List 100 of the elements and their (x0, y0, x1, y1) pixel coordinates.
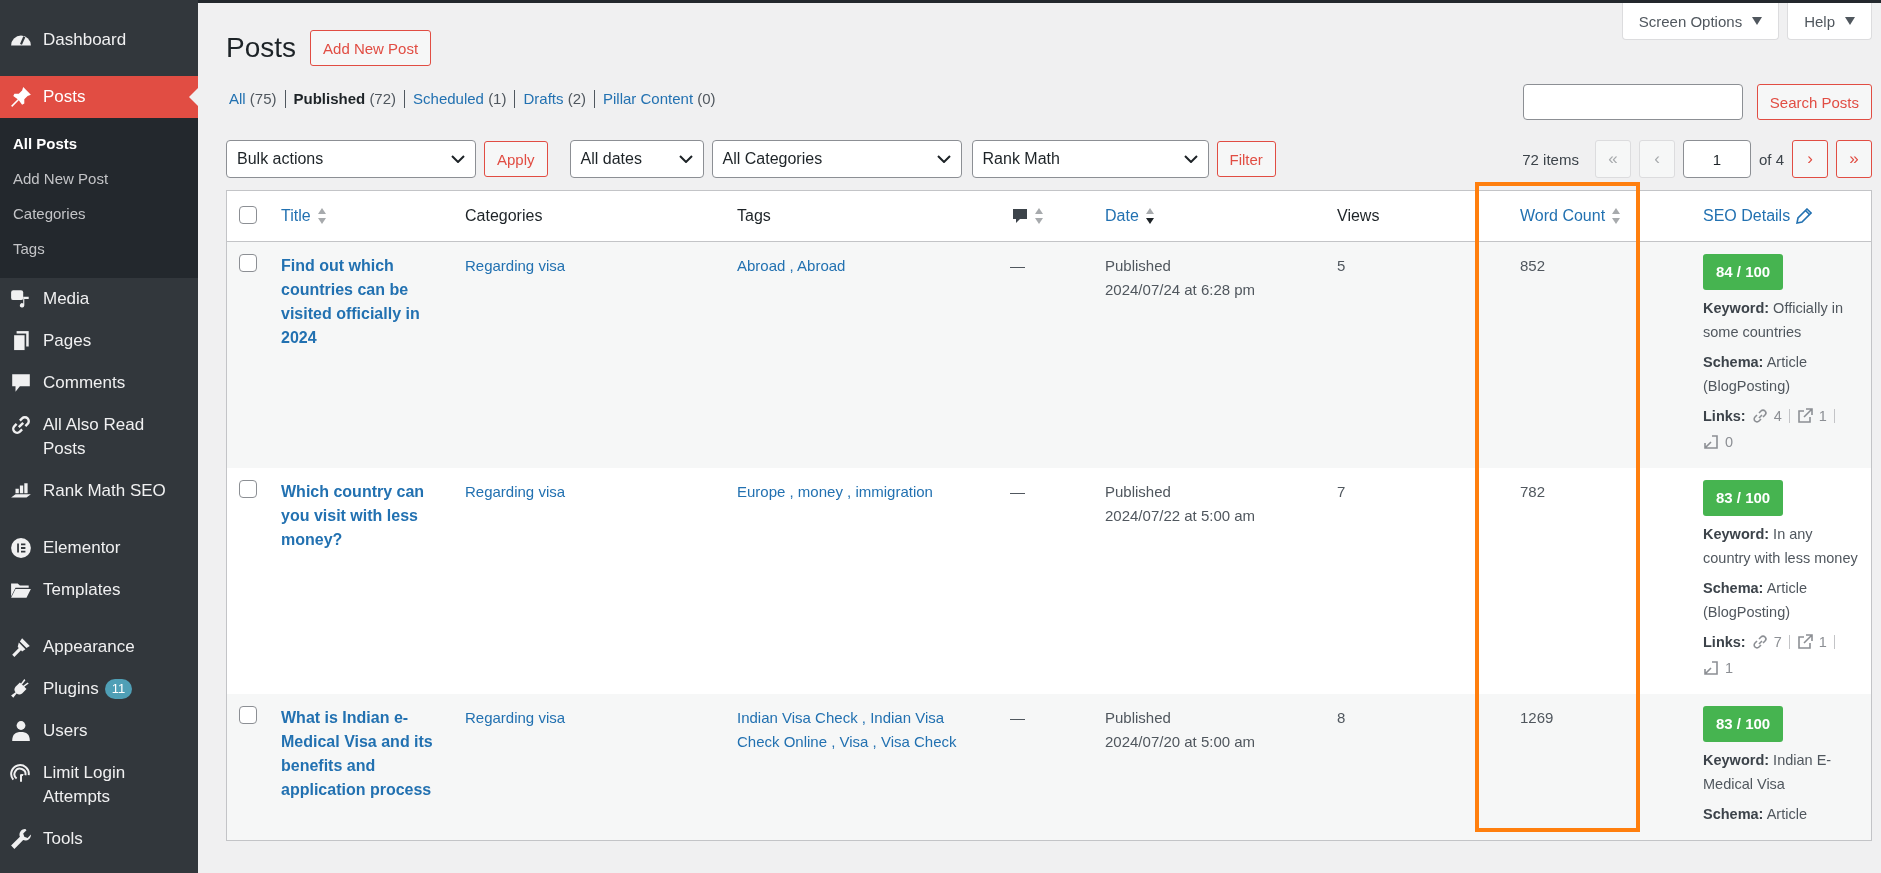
column-sort-link[interactable]: Title (281, 207, 311, 225)
seo-score-badge: 83 / 100 (1703, 706, 1784, 742)
status-filter-link[interactable]: Published (72) (284, 90, 405, 108)
filter-button[interactable]: Filter (1216, 141, 1276, 177)
status-filter-link[interactable]: Drafts (2) (514, 90, 594, 108)
link-count: 1 (1818, 633, 1827, 652)
sidebar-item[interactable]: Comments (0, 362, 198, 404)
sidebar-item[interactable]: Elementor (0, 527, 198, 569)
caret-down-icon (1752, 17, 1763, 25)
search-posts-button[interactable]: Search Posts (1756, 84, 1872, 120)
comment-count: — (1010, 483, 1025, 500)
category-link[interactable]: Regarding visa (465, 483, 566, 500)
sidebar-item[interactable]: Dashboard (0, 19, 198, 61)
category-link[interactable]: Regarding visa (465, 709, 566, 726)
submenu-item[interactable]: Add New Post (0, 161, 198, 196)
screen-meta-tab[interactable]: Help (1787, 3, 1872, 40)
post-title-link[interactable]: Which country can you visit with less money? (281, 480, 441, 552)
fingerprint-icon (10, 762, 32, 784)
chevron-down-icon (678, 155, 693, 163)
wrench-icon (10, 828, 32, 850)
checkbox[interactable] (239, 205, 257, 224)
sidebar-item[interactable]: Plugins 11 (0, 668, 198, 710)
chevron-down-icon (936, 155, 951, 163)
pencil-icon[interactable] (1796, 208, 1813, 224)
seo-score-badge: 83 / 100 (1703, 480, 1784, 516)
submenu-item[interactable]: All Posts (0, 126, 198, 161)
status-filter-link[interactable]: Pillar Content (0) (594, 90, 724, 108)
focus-keyword-text: Keyword: Indian E-Medical Visa (1703, 751, 1833, 794)
view-count: 8 (1337, 709, 1346, 726)
add-new-post-button[interactable]: Add New Post (310, 30, 432, 66)
sidebar-item[interactable]: Users (0, 710, 198, 752)
chain-link-icon (1751, 408, 1768, 424)
post-date: 2024/07/22 at 5:00 am (1105, 506, 1256, 526)
sidebar-item[interactable]: Tools (0, 818, 198, 860)
column-sort-link[interactable]: Word Count (1520, 207, 1606, 225)
search-field[interactable] (1522, 84, 1743, 120)
column-header: Categories (465, 207, 543, 225)
sidebar-item[interactable]: All Also Read Posts (0, 404, 198, 470)
tags-links[interactable]: Indian Visa Check , Indian Visa Check Online , Visa , Visa Check (737, 706, 957, 754)
speech-bubble-icon (10, 372, 32, 394)
post-status: Published (1105, 482, 1171, 502)
status-filter-link[interactable]: Scheduled (1) (404, 90, 515, 108)
sidebar-item[interactable]: Appearance (0, 626, 198, 668)
screen-meta-tab[interactable]: Screen Options (1621, 3, 1780, 40)
filter-select[interactable]: Rank Math (971, 140, 1209, 178)
apply-button[interactable]: Apply (484, 141, 548, 177)
post-status: Published (1105, 708, 1171, 728)
sidebar-item[interactable]: Pages (0, 320, 198, 362)
category-link[interactable]: Regarding visa (465, 257, 566, 274)
column-header-link[interactable]: SEO Details (1703, 207, 1791, 225)
page-total: of 4 (1758, 150, 1784, 168)
schema-text: Schema: Article (BlogPosting) (1703, 353, 1808, 396)
checkbox[interactable] (239, 254, 257, 272)
link-count: 1 (1818, 407, 1827, 426)
submenu-item[interactable]: Tags (0, 231, 198, 266)
caret-down-icon (1845, 17, 1855, 25)
sidebar-item[interactable]: Posts (0, 76, 198, 118)
paintbrush-icon (10, 636, 32, 658)
chevron-down-icon (1183, 155, 1198, 163)
chevron-down-icon (451, 155, 465, 163)
page-number-field[interactable]: 1 (1682, 140, 1751, 178)
sidebar-item[interactable]: Limit Login Attempts (0, 752, 198, 818)
filter-select[interactable]: All dates (569, 140, 704, 178)
schema-text: Schema: Article (BlogPosting) (1703, 579, 1808, 622)
plug-icon (10, 678, 32, 700)
pagination-button[interactable]: » (1836, 140, 1872, 178)
bulk-actions-select[interactable]: Bulk actions (226, 140, 476, 178)
comment-count: — (1010, 709, 1025, 726)
links-label: Links: (1703, 633, 1746, 652)
incoming-link-icon (1703, 434, 1719, 450)
speech-bubble-icon (1012, 208, 1028, 224)
sidebar-item[interactable]: Rank Math SEO (0, 470, 198, 512)
tags-links[interactable]: Abroad , Abroad (737, 254, 957, 278)
word-count: 852 (1520, 257, 1546, 274)
word-count: 782 (1520, 483, 1546, 500)
post-status: Published (1105, 256, 1171, 276)
circle-logo-icon (10, 537, 32, 559)
submenu-item[interactable]: Categories (0, 196, 198, 231)
pushpin-icon (10, 86, 32, 108)
word-count: 1269 (1520, 709, 1554, 726)
external-link-icon (1796, 634, 1813, 650)
focus-keyword-text: Keyword: In any country with less money (1703, 525, 1859, 568)
comment-count: — (1010, 257, 1025, 274)
status-filter-link[interactable]: All (75) (226, 90, 285, 108)
post-title-link[interactable]: What is Indian e-Medical Visa and its benefits and application process (281, 706, 441, 802)
column-sort-link[interactable]: Date (1105, 207, 1139, 225)
checkbox[interactable] (239, 480, 257, 498)
link-count: 1 (1725, 659, 1734, 678)
sidebar-item[interactable]: Templates (0, 569, 198, 611)
filter-select[interactable]: All Categories (711, 140, 962, 178)
external-link-icon (1796, 408, 1813, 424)
sidebar-item[interactable]: Media (0, 278, 198, 320)
tags-links[interactable]: Europe , money , immigration (737, 480, 957, 504)
pagination-button[interactable]: › (1792, 140, 1828, 178)
view-count: 5 (1337, 257, 1346, 274)
checkbox[interactable] (239, 706, 257, 724)
links-label: Links: (1703, 407, 1746, 426)
count-badge: 11 (104, 679, 133, 699)
post-title-link[interactable]: Find out which countries can be visited officially in 2024 (281, 254, 441, 350)
media-icon (10, 288, 32, 310)
